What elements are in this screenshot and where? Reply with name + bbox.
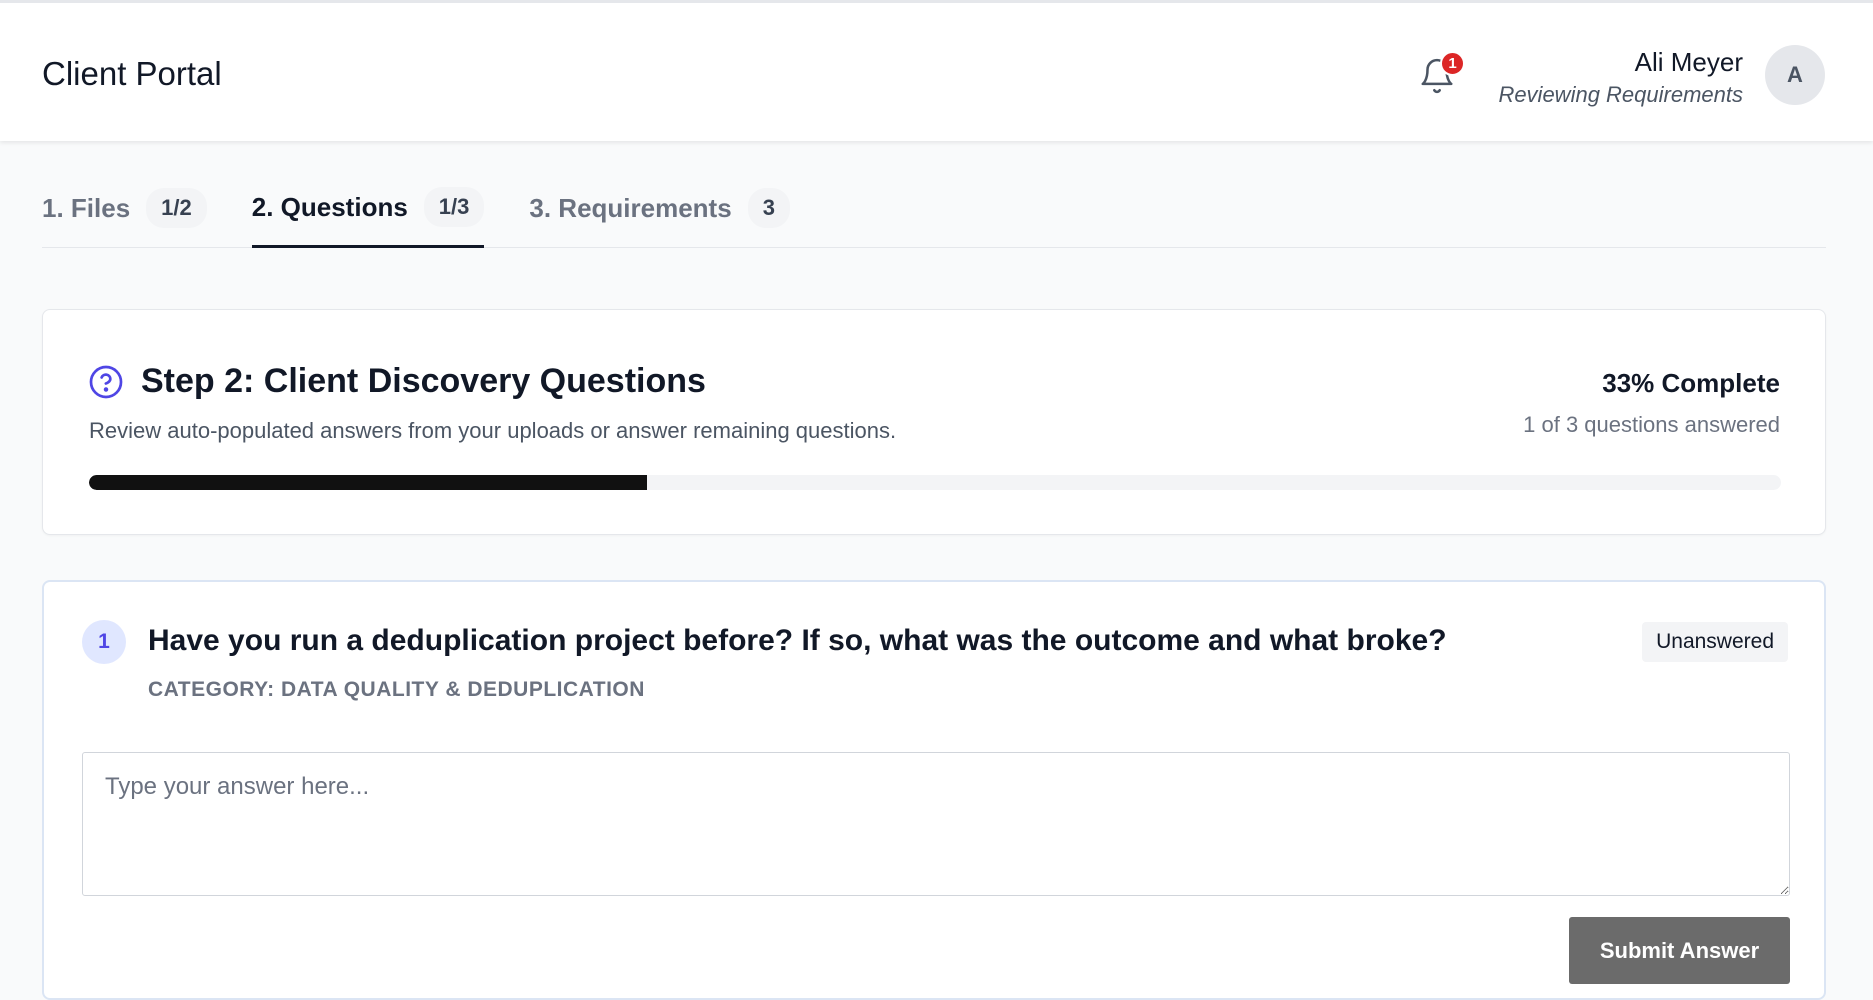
user-avatar[interactable]: A: [1765, 45, 1825, 105]
notification-count-badge: 1: [1440, 51, 1465, 76]
tab-label: 2. Questions: [251, 191, 408, 222]
answer-textarea[interactable]: [82, 752, 1790, 896]
step-description: Review auto-populated answers from your …: [89, 418, 897, 443]
tab-label: 3. Requirements: [529, 192, 732, 223]
tab-requirements[interactable]: 3. Requirements 3: [529, 177, 790, 247]
user-role: Reviewing Requirements: [1498, 82, 1743, 107]
step-tabs: 1. Files 1/2 2. Questions 1/3 3. Require…: [42, 177, 1826, 248]
progress-bar: [89, 475, 1781, 490]
answered-count: 1 of 3 questions answered: [1523, 412, 1780, 437]
user-name: Ali Meyer: [1634, 47, 1743, 77]
question-card: 1 Have you run a deduplication project b…: [42, 580, 1826, 1000]
progress-bar-fill: [89, 475, 648, 490]
question-number-badge: 1: [82, 620, 126, 664]
tab-files[interactable]: 1. Files 1/2: [42, 177, 207, 247]
app-header: Client Portal 1 Ali Meyer Reviewing Requ…: [0, 0, 1873, 141]
tab-count-badge: 3: [747, 188, 790, 228]
step-summary-card: Step 2: Client Discovery Questions Revie…: [42, 309, 1826, 535]
notifications-button[interactable]: 1: [1418, 51, 1465, 97]
question-circle-icon: [89, 365, 123, 399]
question-category: CATEGORY: DATA QUALITY & DEDUPLICATION: [148, 678, 645, 701]
submit-answer-button[interactable]: Submit Answer: [1569, 917, 1790, 984]
status-badge: Unanswered: [1642, 622, 1788, 662]
tab-count-badge: 1/3: [423, 187, 485, 227]
tab-count-badge: 1/2: [146, 188, 207, 228]
app-title: Client Portal: [42, 55, 222, 92]
question-text: Have you run a deduplication project bef…: [148, 624, 1447, 657]
tab-label: 1. Files: [42, 192, 131, 223]
step-title: Step 2: Client Discovery Questions: [141, 362, 706, 400]
user-info: Ali Meyer Reviewing Requirements: [1498, 45, 1743, 111]
completion-percent: 33% Complete: [1602, 368, 1780, 398]
tab-questions[interactable]: 2. Questions 1/3: [251, 177, 485, 248]
